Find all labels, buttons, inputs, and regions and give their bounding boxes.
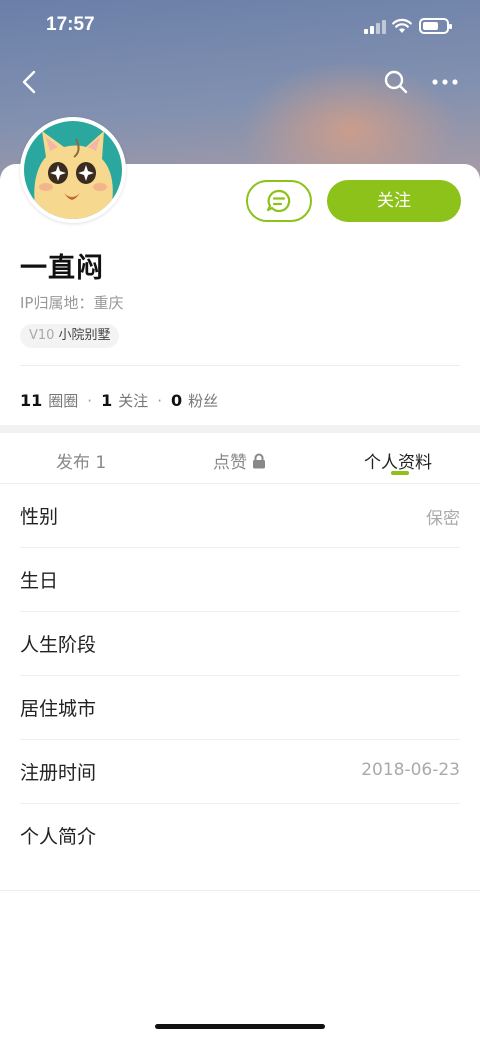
divider (20, 365, 460, 366)
level-value: V10 (29, 328, 55, 343)
tab-likes[interactable]: 点赞 (213, 448, 266, 473)
chevron-left-icon[interactable] (14, 64, 46, 100)
stat-following[interactable]: 1 关注 (101, 391, 149, 410)
tab-profile-info[interactable]: 个人资料 (364, 448, 432, 473)
lock-icon (253, 453, 265, 469)
stat-separator: · (87, 392, 93, 410)
username: 一直闷 (20, 253, 104, 284)
section-separator (0, 425, 480, 433)
stat-circles[interactable]: 11 圈圈 (20, 391, 79, 410)
row-label: 生日 (20, 570, 59, 592)
tab-posts[interactable]: 发布 1 (56, 448, 106, 473)
row-label: 个人简介 (20, 826, 97, 848)
follow-button[interactable]: 关注 (327, 180, 461, 222)
row-label: 注册时间 (20, 762, 97, 784)
cellular-signal-icon (364, 20, 386, 34)
cat-avatar-image (24, 121, 122, 219)
info-row-life-stage[interactable]: 人生阶段 (20, 612, 460, 676)
row-label: 居住城市 (20, 698, 97, 720)
tab-likes-label: 点赞 (213, 453, 247, 473)
status-bar: 17:57 (0, 0, 480, 54)
stat-separator: · (157, 392, 162, 410)
circles-label: 圈圈 (48, 392, 79, 410)
row-label: 性别 (20, 506, 59, 528)
wifi-icon (392, 18, 412, 33)
followers-label: 粉丝 (188, 392, 219, 410)
row-label: 人生阶段 (20, 634, 97, 656)
row-value: 保密 (426, 509, 460, 529)
info-row-gender[interactable]: 性别 保密 (20, 484, 460, 548)
active-tab-indicator (391, 471, 409, 475)
following-label: 关注 (118, 392, 149, 410)
search-icon[interactable] (380, 66, 412, 98)
divider (0, 890, 480, 891)
circles-count: 11 (20, 391, 43, 410)
home-indicator[interactable] (155, 1024, 325, 1029)
info-row-register-date[interactable]: 注册时间 2018-06-23 (20, 740, 460, 804)
info-row-bio[interactable]: 个人简介 (20, 804, 460, 868)
battery-icon (419, 18, 452, 34)
info-row-birthday[interactable]: 生日 (20, 548, 460, 612)
ip-location: IP归属地：重庆 (20, 294, 124, 312)
status-time: 17:57 (46, 14, 95, 35)
avatar[interactable] (20, 117, 126, 223)
profile-tabs: 发布 1 点赞 个人资料 (0, 433, 480, 484)
message-bubble-icon (266, 189, 291, 213)
followers-count: 0 (171, 391, 183, 410)
following-count: 1 (101, 391, 113, 410)
row-value: 2018-06-23 (361, 760, 460, 780)
level-badge[interactable]: V10 小院别墅 (20, 324, 120, 348)
level-title: 小院别墅 (58, 328, 111, 343)
stat-followers[interactable]: 0 粉丝 (171, 391, 219, 410)
more-dots-icon[interactable] (428, 66, 462, 98)
message-button[interactable] (246, 180, 312, 222)
profile-stats: 11 圈圈 · 1 关注 · 0 粉丝 (20, 390, 218, 411)
info-row-city[interactable]: 居住城市 (20, 676, 460, 740)
